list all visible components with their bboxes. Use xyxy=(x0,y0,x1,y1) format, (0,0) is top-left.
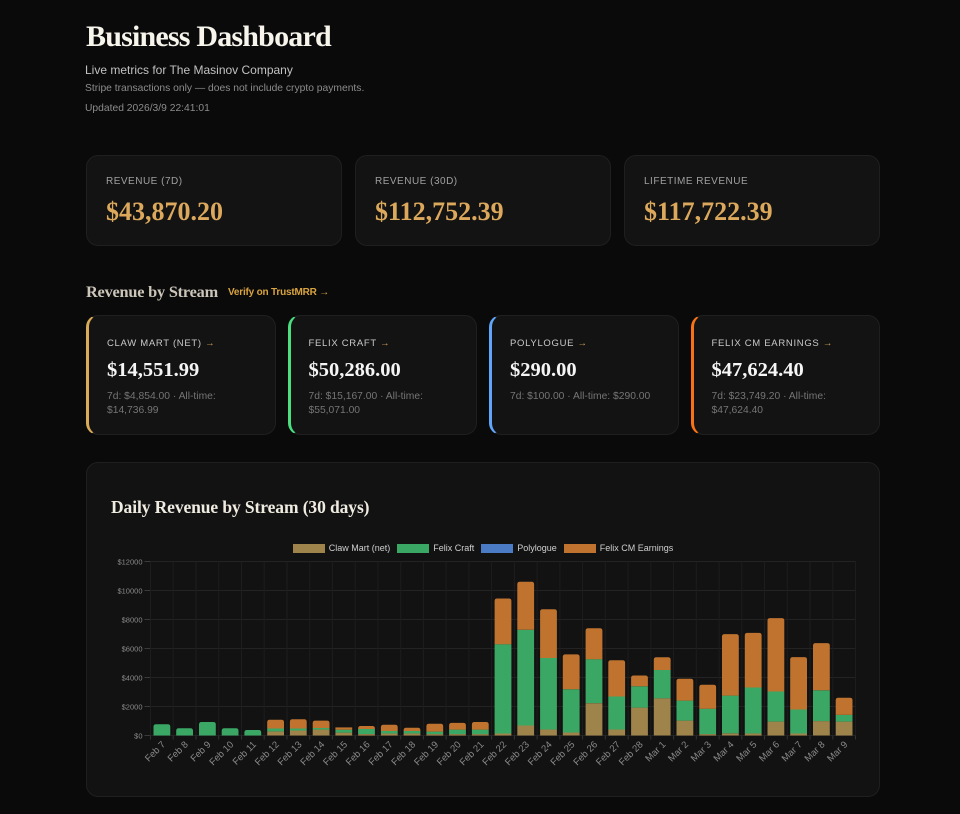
svg-text:Mar 2: Mar 2 xyxy=(666,739,691,764)
svg-text:Feb 17: Feb 17 xyxy=(367,739,396,768)
svg-text:$12000: $12000 xyxy=(117,558,142,567)
svg-text:Feb 8: Feb 8 xyxy=(166,739,191,764)
svg-text:Feb 24: Feb 24 xyxy=(526,739,555,768)
svg-text:$6000: $6000 xyxy=(122,645,143,654)
svg-text:$0: $0 xyxy=(134,732,142,741)
svg-text:Feb 20: Feb 20 xyxy=(435,739,464,768)
svg-text:$10000: $10000 xyxy=(117,587,142,596)
svg-text:Feb 28: Feb 28 xyxy=(617,739,646,768)
svg-text:Feb 16: Feb 16 xyxy=(344,739,373,768)
svg-text:Mar 9: Mar 9 xyxy=(825,739,850,764)
svg-text:Feb 14: Feb 14 xyxy=(299,739,328,768)
svg-text:Feb 18: Feb 18 xyxy=(389,739,418,768)
svg-text:Feb 13: Feb 13 xyxy=(276,739,305,768)
svg-text:Feb 7: Feb 7 xyxy=(143,739,168,764)
svg-text:Feb 21: Feb 21 xyxy=(458,739,487,768)
svg-text:Mar 6: Mar 6 xyxy=(757,739,782,764)
svg-text:Feb 10: Feb 10 xyxy=(208,739,237,768)
svg-text:Mar 7: Mar 7 xyxy=(780,739,805,764)
svg-text:$8000: $8000 xyxy=(122,616,143,625)
svg-text:Feb 26: Feb 26 xyxy=(571,739,600,768)
svg-text:Feb 23: Feb 23 xyxy=(503,739,532,768)
svg-text:Feb 25: Feb 25 xyxy=(549,739,578,768)
svg-text:$4000: $4000 xyxy=(122,674,143,683)
svg-text:$2000: $2000 xyxy=(122,703,143,712)
svg-text:Feb 12: Feb 12 xyxy=(253,739,282,768)
svg-text:Mar 5: Mar 5 xyxy=(734,739,759,764)
svg-text:Mar 3: Mar 3 xyxy=(689,739,714,764)
svg-text:Feb 22: Feb 22 xyxy=(480,739,509,768)
svg-text:Mar 1: Mar 1 xyxy=(643,739,668,764)
svg-text:Feb 15: Feb 15 xyxy=(321,739,350,768)
svg-text:Feb 19: Feb 19 xyxy=(412,739,441,768)
svg-text:Mar 8: Mar 8 xyxy=(803,739,828,764)
svg-text:Mar 4: Mar 4 xyxy=(712,739,737,764)
svg-text:Feb 27: Feb 27 xyxy=(594,739,623,768)
